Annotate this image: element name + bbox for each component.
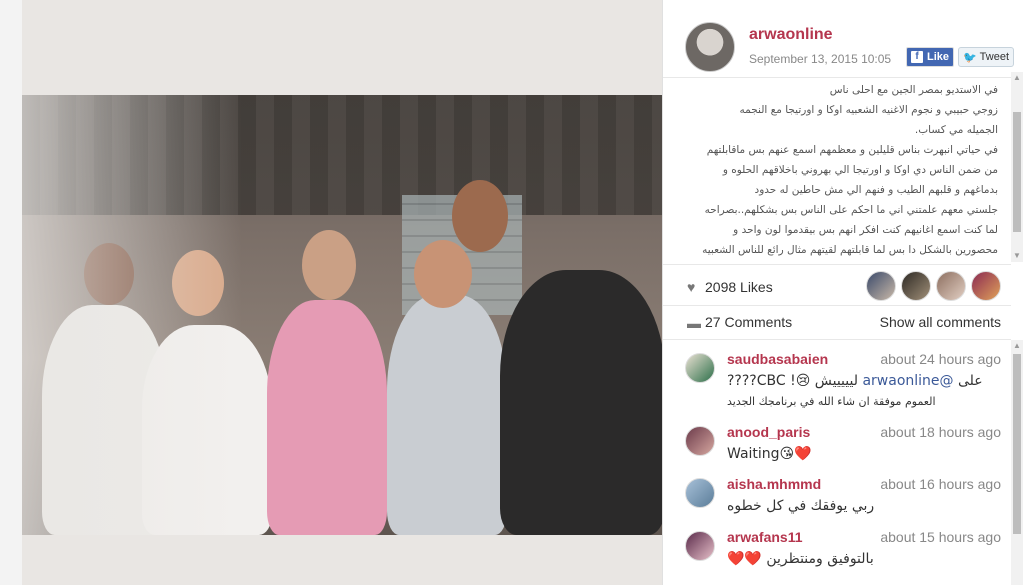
scroll-up-icon[interactable]: ▲: [1013, 74, 1021, 82]
author-username[interactable]: arwaonline: [749, 26, 833, 44]
comment-text: Waiting😘❤️: [727, 446, 812, 462]
post-caption: في الاستديو بمصر الجين مع احلى ناس زوجي …: [673, 80, 998, 260]
person-4: [387, 295, 507, 535]
show-all-comments-link[interactable]: Show all comments: [880, 314, 1001, 330]
caption-line: محصورين بالشكل دا بس لما قابلتهم لقيتهم …: [702, 244, 998, 256]
post-sidebar: arwaonline September 13, 2015 10:05 f Li…: [662, 0, 1023, 585]
liker-avatar[interactable]: [971, 271, 1001, 301]
comment-item: anood_paris about 18 hours ago Waiting😘❤…: [663, 424, 1011, 472]
liker-avatar[interactable]: [901, 271, 931, 301]
comment-username[interactable]: aisha.mhmmd: [727, 476, 821, 492]
caption-scroll-thumb[interactable]: [1013, 112, 1021, 232]
commenter-avatar[interactable]: [685, 353, 715, 383]
caption-line: لما كنت اسمع اغانيهم كنت افكر انهم بس بي…: [733, 224, 998, 236]
comments-header: ▬ 27 Comments Show all comments: [663, 306, 1011, 340]
comment-time: about 16 hours ago: [880, 476, 1001, 492]
comment-time: about 18 hours ago: [880, 424, 1001, 440]
commenter-avatar[interactable]: [685, 531, 715, 561]
comment-text-prefix: على: [953, 373, 983, 389]
comment-text-suffix: ليييييش 😢! CBC????: [727, 373, 863, 389]
facebook-like-button[interactable]: f Like: [906, 47, 954, 67]
person-5-head: [452, 180, 508, 252]
comments-scroll-thumb[interactable]: [1013, 354, 1021, 534]
caption-line: من ضمن الناس دي اوكا و اورتيجا الي بهرون…: [722, 164, 998, 176]
person-5: [500, 270, 662, 535]
caption-line: في حياتي انبهرت بناس قليلين و معظمهم اسم…: [706, 144, 998, 156]
comment-username[interactable]: saudbasabaien: [727, 351, 828, 367]
comment-item: arwafans11 about 15 hours ago بالتوفيق و…: [663, 529, 1011, 577]
likes-count[interactable]: 2098 Likes: [705, 279, 773, 295]
likes-row: ♥ 2098 Likes: [663, 264, 1011, 306]
comment-item: aisha.mhmmd about 16 hours ago ربي يوفقك…: [663, 476, 1011, 524]
heart-icon: ♥: [687, 279, 696, 295]
scroll-down-icon[interactable]: ▼: [1013, 252, 1021, 260]
post-page: arwaonline September 13, 2015 10:05 f Li…: [0, 0, 1023, 585]
comment-mention[interactable]: @arwaonline: [862, 373, 953, 389]
comment-time: about 24 hours ago: [880, 351, 1001, 367]
comment-item: saudbasabaien about 24 hours ago على @ar…: [663, 351, 1011, 411]
comment-time: about 15 hours ago: [880, 529, 1001, 545]
comment-text-line2: العموم موفقة ان شاء الله في برنامجك الجد…: [727, 395, 936, 408]
comment-username[interactable]: arwafans11: [727, 529, 803, 545]
photo-panel: [0, 0, 662, 585]
caption-scrollbar[interactable]: ▲ ▼: [1011, 72, 1023, 262]
caption-line: زوجي حبيبي و نجوم الاغنيه الشعبيه اوكا و…: [739, 104, 998, 116]
commenter-avatar[interactable]: [685, 426, 715, 456]
caption-line: الجميله مي كساب.: [914, 124, 998, 136]
comment-text: ربي يوفقك في كل خطوه: [727, 498, 875, 514]
author-avatar[interactable]: [685, 22, 735, 72]
tweet-label: Tweet: [979, 51, 1010, 63]
post-date: September 13, 2015 10:05: [749, 52, 892, 66]
photo-vignette: [22, 95, 242, 535]
commenter-avatar[interactable]: [685, 478, 715, 508]
liker-avatar[interactable]: [936, 271, 966, 301]
person-4-head: [414, 240, 472, 308]
scroll-up-icon[interactable]: ▲: [1013, 342, 1021, 350]
caption-line: بدماغهم و قلبهم الطيب و فنهم الي مش حاطي…: [754, 184, 998, 196]
facebook-like-label: Like: [926, 51, 949, 63]
comment-icon: ▬: [687, 315, 701, 331]
twitter-icon: 🐦: [962, 51, 977, 64]
person-3-head: [302, 230, 356, 300]
comment-text: على @arwaonline ليييييش 😢! CBC????: [727, 373, 983, 389]
facebook-icon: f: [910, 51, 923, 63]
person-3: [267, 300, 387, 535]
liker-avatar[interactable]: [866, 271, 896, 301]
comments-scrollbar[interactable]: ▲: [1011, 340, 1023, 585]
comments-count: 27 Comments: [705, 314, 793, 330]
comment-text: بالتوفيق ومنتظرين ❤️❤️: [727, 551, 874, 567]
post-photo[interactable]: [22, 95, 662, 535]
post-header: arwaonline September 13, 2015 10:05 f Li…: [663, 0, 1023, 78]
caption-line: في الاستديو بمصر الجين مع احلى ناس: [829, 84, 998, 96]
comment-username[interactable]: anood_paris: [727, 424, 810, 440]
caption-line: جلستي معهم علمتني اني ما احكم على الناس …: [704, 204, 998, 216]
tweet-button[interactable]: 🐦 Tweet: [958, 47, 1014, 67]
